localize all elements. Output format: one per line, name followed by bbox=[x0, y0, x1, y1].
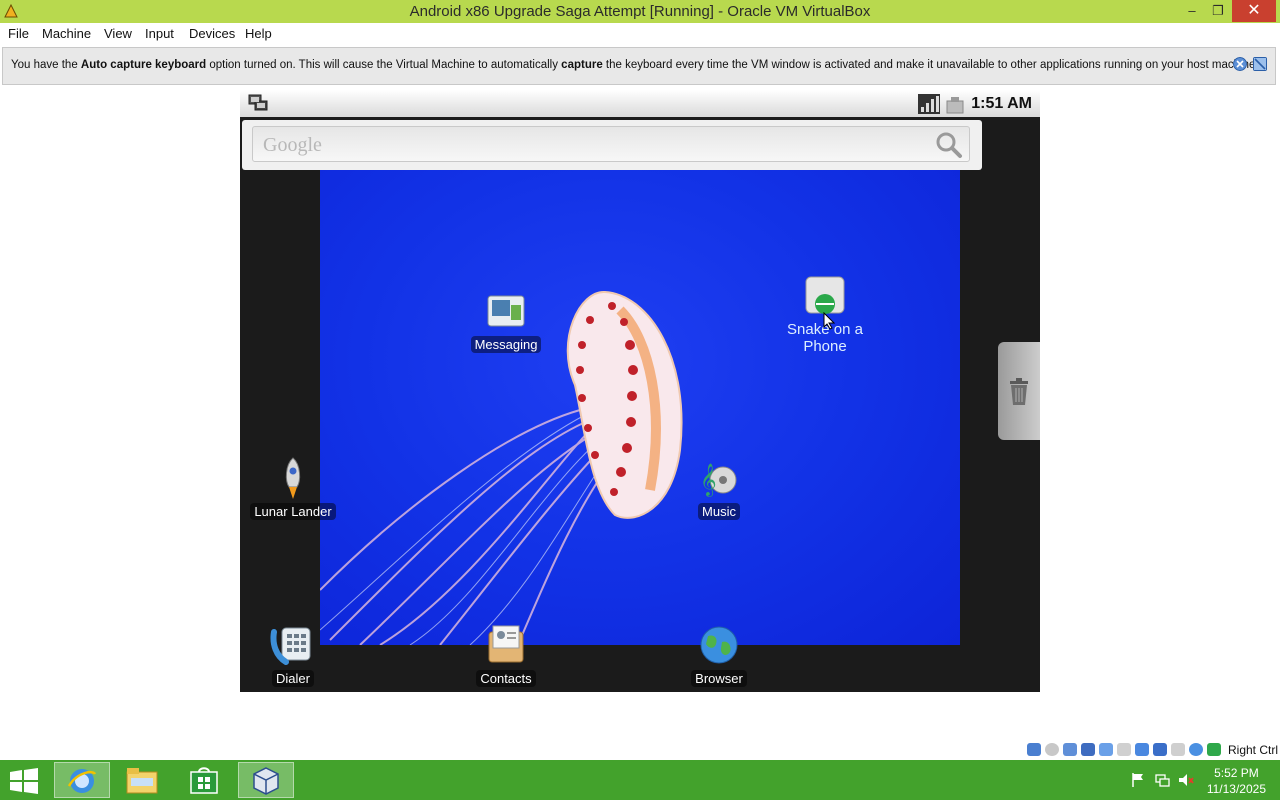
phone-icon bbox=[270, 627, 311, 665]
taskbar-virtualbox-button[interactable] bbox=[238, 762, 294, 798]
menu-machine[interactable]: Machine bbox=[42, 26, 91, 41]
messaging-label: Messaging bbox=[470, 336, 542, 353]
taskbar-ie-button[interactable] bbox=[54, 762, 110, 798]
banner-text-2: option turned on. This will cause the Vi… bbox=[206, 59, 562, 71]
taskbar-store-button[interactable] bbox=[176, 762, 232, 798]
banner-bold-2: capture bbox=[561, 59, 603, 71]
menu-view[interactable]: View bbox=[104, 26, 132, 41]
minimize-button[interactable]: – bbox=[1180, 0, 1204, 22]
shared-folders-icon[interactable] bbox=[1117, 743, 1131, 756]
rocket-icon bbox=[285, 457, 301, 499]
virtualbox-taskbar-icon bbox=[253, 767, 279, 795]
restore-button[interactable]: ❐ bbox=[1206, 0, 1230, 22]
optical-drive-icon[interactable] bbox=[1045, 743, 1059, 756]
cpu-icon[interactable] bbox=[1171, 743, 1185, 756]
trash-icon bbox=[1010, 378, 1028, 405]
taskbar-explorer-button[interactable] bbox=[114, 762, 170, 798]
menu-input[interactable]: Input bbox=[145, 26, 174, 41]
app-snake-on-a-phone[interactable]: Snake on a Phone bbox=[770, 272, 880, 356]
app-contacts[interactable]: Contacts bbox=[451, 622, 561, 688]
clock-time: 5:52 PM bbox=[1214, 766, 1259, 780]
network-tray-icon[interactable] bbox=[1154, 772, 1170, 788]
android-status-bar: 1:51 AM bbox=[240, 90, 1040, 117]
menu-devices[interactable]: Devices bbox=[189, 26, 235, 41]
banner-text-1: You have the bbox=[11, 59, 81, 71]
store-icon bbox=[190, 767, 218, 794]
app-browser[interactable]: Browser bbox=[664, 622, 774, 688]
menu-bar: File Machine View Input Devices Help bbox=[0, 23, 1280, 45]
internet-explorer-icon bbox=[67, 769, 97, 793]
mouse-integration-icon[interactable] bbox=[1189, 743, 1203, 756]
signal-icon bbox=[918, 94, 940, 114]
app-lunar-lander[interactable]: Lunar Lander bbox=[240, 455, 348, 521]
file-explorer-icon bbox=[126, 768, 158, 794]
usb-icon[interactable] bbox=[1099, 743, 1113, 756]
windows-start-icon[interactable] bbox=[8, 768, 40, 794]
keyboard-capture-icon[interactable] bbox=[1207, 743, 1221, 756]
vbox-status-bar: Right Ctrl bbox=[1024, 740, 1280, 760]
jellyfish-image bbox=[320, 290, 683, 645]
lunar-lander-label: Lunar Lander bbox=[250, 503, 336, 520]
messaging-icon bbox=[487, 295, 525, 327]
contacts-label: Contacts bbox=[476, 670, 536, 687]
banner-text-3: the keyboard every time the VM window is… bbox=[602, 59, 1259, 71]
app-music[interactable]: 𝄞 Music bbox=[664, 455, 774, 521]
svg-text:𝄞: 𝄞 bbox=[700, 463, 717, 497]
android-clock: 1:51 AM bbox=[971, 95, 1032, 112]
menu-help[interactable]: Help bbox=[245, 26, 272, 41]
music-icon: 𝄞 bbox=[700, 463, 737, 497]
banner-message: You have the Auto capture keyboard optio… bbox=[11, 59, 1259, 71]
menu-file[interactable]: File bbox=[8, 26, 29, 41]
info-close-icon[interactable] bbox=[1233, 57, 1247, 71]
trash-drawer-handle[interactable] bbox=[998, 342, 1040, 440]
dialer-label: Dialer bbox=[272, 670, 314, 687]
app-messaging[interactable]: Messaging bbox=[451, 288, 561, 354]
auto-capture-banner: You have the Auto capture keyboard optio… bbox=[2, 47, 1276, 85]
google-search-input[interactable]: Google bbox=[252, 126, 970, 162]
display-icon[interactable] bbox=[1135, 743, 1149, 756]
dismiss-icon[interactable] bbox=[1253, 57, 1267, 71]
mouse-cursor-icon bbox=[823, 312, 835, 330]
hard-disk-icon[interactable] bbox=[1027, 743, 1041, 756]
globe-icon bbox=[700, 626, 738, 664]
vm-display[interactable]: 1:51 AM Google Messaging Snake on a Phon… bbox=[240, 90, 1040, 692]
taskbar-clock[interactable]: 5:52 PM 11/13/2025 bbox=[1207, 765, 1266, 797]
volume-muted-icon[interactable] bbox=[1178, 772, 1194, 788]
windows-taskbar: 5:52 PM 11/13/2025 bbox=[0, 760, 1280, 800]
contacts-icon bbox=[488, 625, 524, 663]
browser-label: Browser bbox=[691, 670, 747, 687]
window-titlebar[interactable]: Android x86 Upgrade Saga Attempt [Runnin… bbox=[0, 0, 1280, 23]
clock-date: 11/13/2025 bbox=[1206, 782, 1266, 796]
jellyfish-wallpaper bbox=[320, 170, 960, 645]
close-button[interactable]: ✕ bbox=[1232, 0, 1276, 22]
network-icon[interactable] bbox=[1081, 743, 1095, 756]
flag-icon[interactable] bbox=[1130, 772, 1146, 788]
google-search-widget[interactable]: Google bbox=[242, 120, 982, 170]
banner-bold-1: Auto capture keyboard bbox=[80, 59, 207, 71]
search-placeholder: Google bbox=[263, 134, 322, 156]
magnifier-icon[interactable] bbox=[935, 131, 963, 159]
usb-debug-icon bbox=[248, 94, 268, 111]
host-key-label: Right Ctrl bbox=[1227, 743, 1278, 757]
window-title: Android x86 Upgrade Saga Attempt [Runnin… bbox=[409, 3, 871, 20]
app-dialer[interactable]: Dialer bbox=[240, 622, 348, 688]
music-label: Music bbox=[698, 503, 740, 520]
video-capture-icon[interactable] bbox=[1153, 743, 1167, 756]
battery-icon bbox=[946, 97, 964, 114]
audio-icon[interactable] bbox=[1063, 743, 1077, 756]
